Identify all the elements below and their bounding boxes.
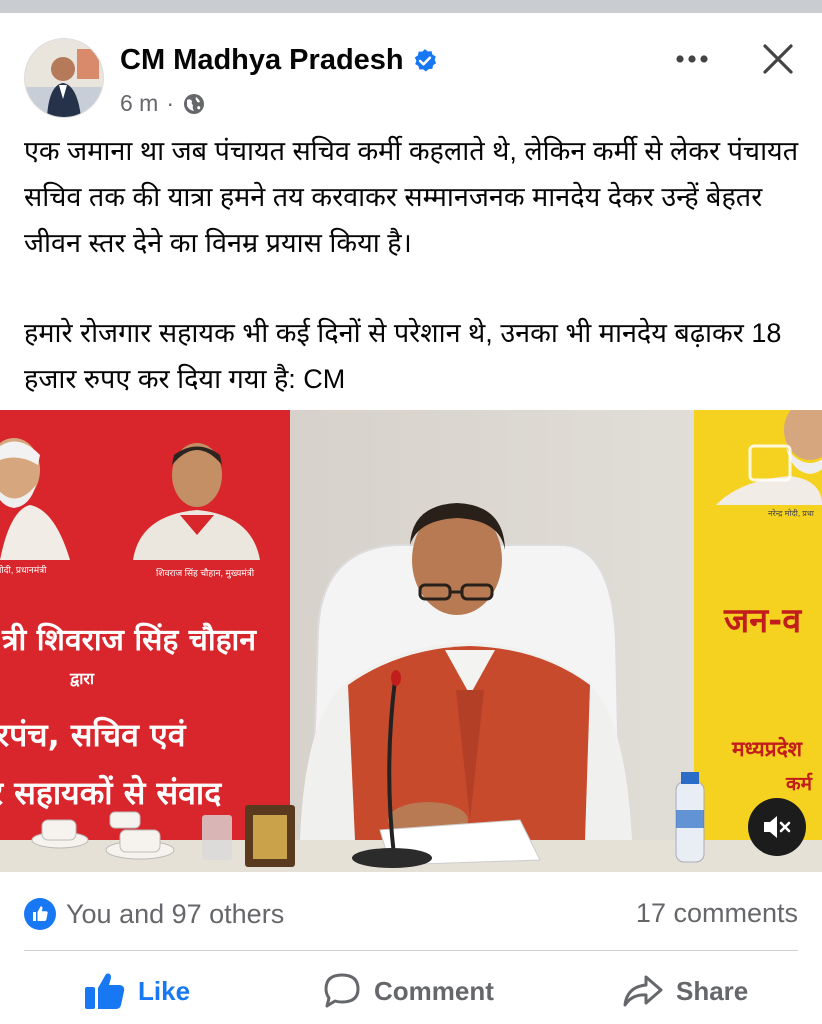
video-frame: मोदी, प्रधानमंत्री शिवराज सिंह चौहान, मु… <box>0 410 822 872</box>
footer-divider <box>24 950 798 951</box>
post-author[interactable]: CM Madhya Pradesh <box>120 44 438 77</box>
glass <box>202 815 232 860</box>
banner-right-line-3: कर्म <box>785 772 813 795</box>
banner-left-line-3: रपंच, सचिव एवं <box>0 716 187 754</box>
banner-left-line-2: द्वारा <box>69 669 95 688</box>
avatar[interactable] <box>24 38 104 118</box>
comment-label: Comment <box>374 975 494 1006</box>
banner-caption-right: शिवराज सिंह चौहान, मुख्यमंत्री <box>156 567 255 579</box>
close-icon[interactable] <box>760 41 796 77</box>
action-bar: Like Comment Share <box>0 965 822 1020</box>
banner-right-line-1: जन-व <box>723 601 802 641</box>
speaker-muted-icon <box>764 816 791 838</box>
like-button[interactable]: Like <box>84 965 190 1017</box>
post-header: CM Madhya Pradesh 6 m · <box>0 13 822 125</box>
banner-left-line-4: र सहायकों से संवाद <box>0 774 222 812</box>
like-label: Like <box>138 975 191 1006</box>
share-arrow-icon <box>623 975 663 1007</box>
top-edge-bar <box>0 0 822 13</box>
like-reaction-icon <box>24 898 56 930</box>
banner-right-line-2: मध्यप्रदेश <box>731 736 803 761</box>
yellow-caption: नरेन्द्र मोदी, प्रधा <box>768 508 815 518</box>
post-paragraph-2: हमारे रोजगार सहायक भी कई दिनों से परेशान… <box>24 318 789 394</box>
post-video[interactable]: मोदी, प्रधानमंत्री शिवराज सिंह चौहान, मु… <box>0 410 822 872</box>
mute-button[interactable] <box>748 798 806 856</box>
verified-badge-icon <box>414 48 436 72</box>
share-label: Share <box>676 975 749 1006</box>
share-button[interactable]: Share <box>622 965 748 1017</box>
author-name[interactable]: CM Madhya Pradesh <box>120 44 404 77</box>
post-text: एक जमाना था जब पंचायत सचिव कर्मी कहलाते … <box>24 128 804 402</box>
comments-count[interactable]: 17 comments <box>636 898 798 929</box>
post-meta: 6 m · <box>120 90 206 117</box>
banner-left-line-1: त्री शिवराज सिंह चौहान <box>1 622 257 658</box>
banner-caption-left: मोदी, प्रधानमंत्री <box>0 564 47 575</box>
post-time[interactable]: 6 m <box>120 90 158 117</box>
meta-separator: · <box>166 90 175 116</box>
reactions-summary[interactable]: You and 97 others <box>24 898 284 930</box>
post-paragraph-1: एक जमाना था जब पंचायत सचिव कर्मी कहलाते … <box>24 136 806 258</box>
comment-bubble-icon <box>324 973 360 1008</box>
reactions-text[interactable]: You and 97 others <box>66 899 284 930</box>
thumbs-up-icon <box>85 973 125 1009</box>
comment-button[interactable]: Comment <box>322 965 494 1017</box>
globe-icon <box>184 93 205 114</box>
more-options-icon[interactable] <box>672 41 712 77</box>
